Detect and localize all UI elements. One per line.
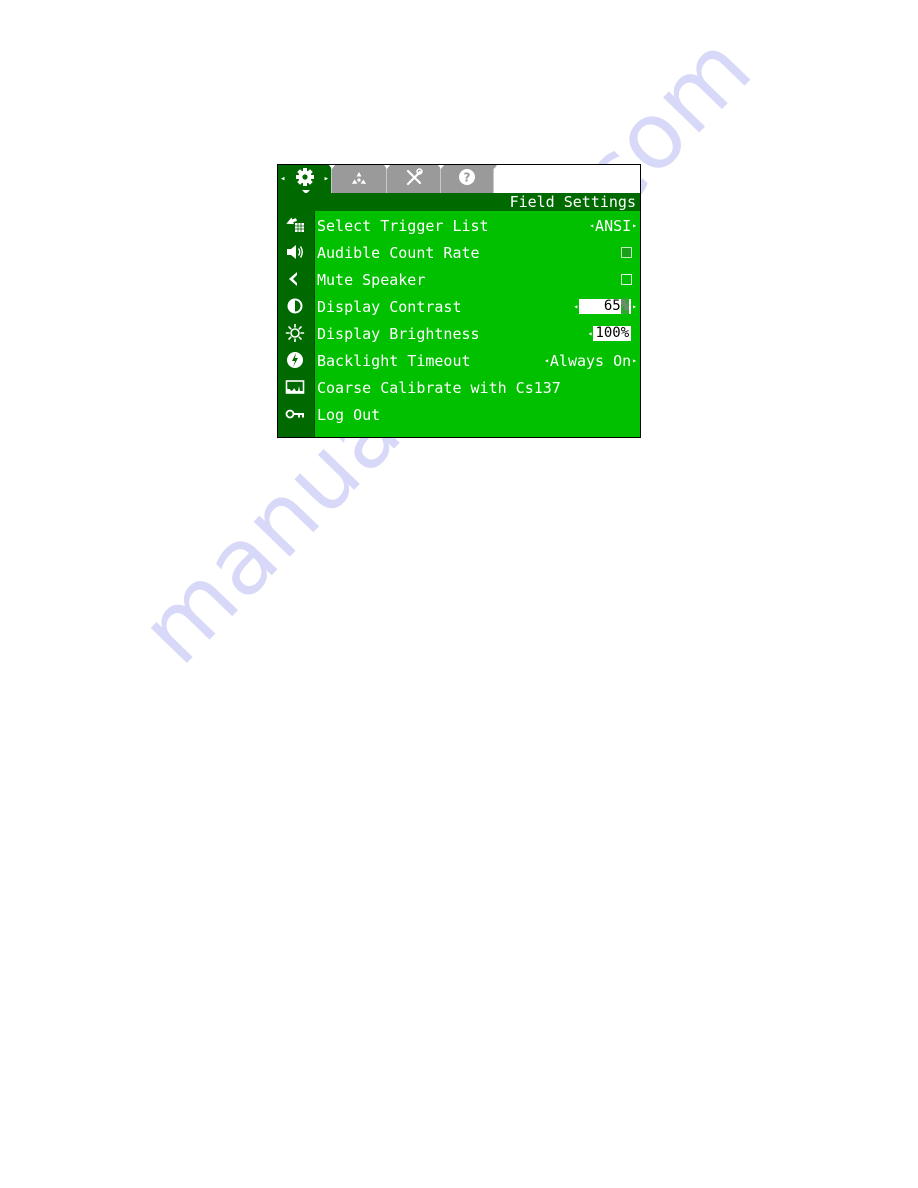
setting-backlight-timeout[interactable]: Backlight Timeout ◂ Always On ▸ — [315, 347, 640, 374]
tab-notch — [384, 165, 390, 169]
contrast-value: 65 — [603, 298, 621, 314]
setting-display-contrast[interactable]: Display Contrast ◂ 65% ▸ — [315, 293, 640, 320]
gear-icon — [295, 167, 315, 191]
speaker-icon — [284, 242, 306, 262]
trigger-list-value: ANSI — [595, 216, 632, 235]
tab-right-arrow[interactable]: ▸ — [324, 174, 329, 184]
setting-label: Audible Count Rate — [317, 243, 480, 262]
tab-help[interactable]: ? — [438, 165, 494, 193]
help-icon: ? — [458, 168, 476, 190]
setting-label: Display Contrast — [317, 297, 462, 316]
text-cursor: % — [620, 298, 630, 314]
right-arrow-icon[interactable]: ▸ — [632, 302, 637, 311]
tools-icon — [405, 168, 423, 190]
icon-column — [278, 211, 315, 437]
left-arrow-icon[interactable]: ◂ — [544, 356, 549, 365]
setting-label: Display Brightness — [317, 324, 480, 343]
tab-settings[interactable]: ◂ ▸ — [278, 165, 332, 194]
tab-bar: ◂ ▸ ? — [278, 165, 640, 194]
tab-left-arrow[interactable]: ◂ — [280, 174, 285, 184]
setting-label: Select Trigger List — [317, 216, 489, 235]
setting-mute-speaker[interactable]: Mute Speaker — [315, 266, 640, 293]
brightness-input[interactable]: 100% — [593, 326, 632, 341]
trigger-list-selector[interactable]: ◂ ANSI ▸ — [588, 217, 640, 235]
setting-label: Backlight Timeout — [317, 351, 471, 370]
brightness-icon — [284, 323, 306, 343]
setting-label: Log Out — [317, 405, 381, 424]
setting-coarse-calibrate[interactable]: Coarse Calibrate with Cs137 — [315, 374, 640, 401]
key-icon — [284, 404, 306, 424]
right-arrow-icon[interactable]: ▸ — [632, 356, 637, 365]
calibrate-icon — [284, 377, 306, 397]
tab-notch — [491, 165, 497, 169]
radiation-icon — [351, 170, 367, 189]
trigger-list-icon — [284, 215, 306, 235]
device-screen: ◂ ▸ ? Field Settings Select Trigger List… — [277, 164, 641, 438]
setting-label: Mute Speaker — [317, 270, 426, 289]
settings-list: Select Trigger List ◂ ANSI ▸ Audible Cou… — [315, 211, 640, 437]
left-arrow-icon[interactable]: ◂ — [588, 329, 593, 338]
audible-count-rate-checkbox[interactable] — [621, 247, 632, 258]
setting-select-trigger-list[interactable]: Select Trigger List ◂ ANSI ▸ — [315, 212, 640, 239]
setting-log-out[interactable]: Log Out — [315, 401, 640, 428]
right-arrow-icon[interactable]: ▸ — [632, 221, 637, 230]
left-arrow-icon[interactable]: ◂ — [573, 302, 578, 311]
setting-label: Coarse Calibrate with Cs137 — [317, 378, 561, 397]
brightness-spinner[interactable]: ◂ 100% ▸ — [587, 326, 640, 341]
tab-radiation[interactable] — [329, 165, 387, 193]
contrast-spinner[interactable]: ◂ 65% ▸ — [572, 298, 640, 314]
svg-text:?: ? — [464, 171, 471, 185]
backlight-timeout-value: Always On — [549, 351, 632, 370]
tab-tools[interactable] — [384, 165, 441, 193]
left-arrow-icon[interactable]: ◂ — [589, 221, 594, 230]
backlight-icon — [284, 350, 306, 370]
page-title: Field Settings — [278, 193, 640, 211]
mute-speaker-checkbox[interactable] — [621, 274, 632, 285]
setting-display-brightness[interactable]: Display Brightness ◂ 100% ▸ — [315, 320, 640, 347]
tab-notch — [438, 165, 444, 169]
setting-audible-count-rate[interactable]: Audible Count Rate — [315, 239, 640, 266]
backlight-timeout-selector[interactable]: ◂ Always On ▸ — [543, 352, 640, 370]
tab-notch — [329, 165, 335, 169]
contrast-icon — [284, 296, 306, 316]
mute-icon — [284, 269, 306, 289]
contrast-input[interactable]: 65% — [579, 298, 632, 314]
